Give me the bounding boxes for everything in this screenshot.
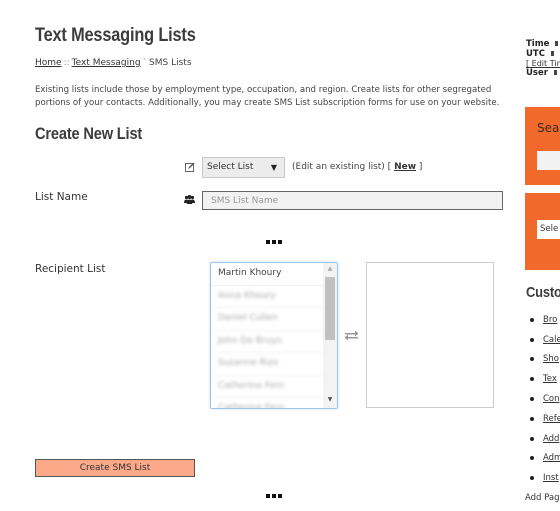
more-dots-icon	[266, 240, 282, 244]
recipient-option[interactable]: John De Bruyn	[211, 331, 324, 353]
custom-link-item: Tex	[530, 369, 560, 389]
list-name-input[interactable]	[202, 191, 503, 210]
custom-link[interactable]: Refe	[543, 414, 560, 424]
custom-link[interactable]: Add	[543, 434, 559, 444]
breadcrumb-separator: `	[142, 58, 148, 68]
breadcrumb: Home:: Text Messaging ` SMS Lists	[35, 58, 192, 68]
recipient-options: Martin Khoury Anna Khoury Daniel Cullen …	[211, 263, 324, 408]
edit-hint: (Edit an existing list) [ New ]	[292, 162, 422, 172]
custom-link-item: Add	[530, 429, 560, 449]
recipient-option[interactable]: Catherine Fern	[211, 398, 324, 408]
sidebar-search-input[interactable]	[537, 151, 560, 170]
custom-link[interactable]: Bro	[543, 315, 557, 325]
search-panel-title: Sear	[537, 121, 560, 135]
chevron-down-icon: ▼	[270, 163, 277, 172]
recipient-option[interactable]: Catherine Fern	[211, 376, 324, 398]
recipient-list-label: Recipient List	[35, 263, 106, 275]
custom-links-title: Custo	[526, 284, 560, 301]
custom-link[interactable]: Inst	[543, 473, 559, 483]
custom-link[interactable]: Sho	[543, 354, 559, 364]
list-name-label: List Name	[35, 191, 88, 203]
users-icon	[184, 195, 195, 204]
scrollbar-thumb[interactable]	[325, 277, 335, 340]
recipient-option[interactable]: Suzanne Rizo	[211, 353, 324, 376]
breadcrumb-home-link[interactable]: Home	[35, 58, 62, 68]
selected-recipients-listbox[interactable]	[366, 262, 494, 408]
edit-hint-suffix: ]	[418, 162, 423, 172]
sidebar-info: Time UTC [ Edit Tim User	[526, 39, 560, 78]
sidebar-select-dropdown[interactable]: Sele	[537, 220, 560, 239]
breadcrumb-current: SMS Lists	[149, 58, 192, 68]
create-sms-list-button[interactable]: Create SMS List	[35, 459, 195, 477]
custom-link-item: Inst	[530, 468, 560, 488]
recipient-option[interactable]: Daniel Cullen	[211, 308, 324, 331]
new-list-link[interactable]: New	[394, 162, 416, 172]
intro-text: Existing lists include those by employme…	[35, 85, 500, 108]
recipient-option[interactable]: Anna Khoury	[211, 286, 324, 308]
sidebar-select-panel: Sele	[525, 193, 560, 270]
custom-link-item: Adm	[530, 449, 560, 469]
custom-link-item: Cale	[530, 330, 560, 350]
recipient-listbox[interactable]: Martin Khoury Anna Khoury Daniel Cullen …	[210, 262, 338, 409]
custom-link[interactable]: Con	[543, 394, 560, 404]
breadcrumb-text-messaging-link[interactable]: Text Messaging	[72, 58, 141, 68]
utc-label: UTC	[526, 48, 545, 59]
page-title: Text Messaging Lists	[35, 25, 196, 46]
breadcrumb-separator: ::	[63, 58, 70, 68]
custom-link[interactable]: Tex	[543, 374, 557, 384]
scroll-up-arrow-icon[interactable]: ▲	[323, 263, 337, 275]
recipient-scrollbar[interactable]: ▲ ▼	[323, 263, 337, 408]
edit-icon	[185, 162, 195, 172]
scroll-down-arrow-icon[interactable]: ▼	[323, 394, 337, 406]
edit-hint-text: (Edit an existing list) [	[292, 162, 392, 172]
swap-arrows-icon[interactable]	[344, 329, 359, 341]
select-list-value: Select List	[207, 162, 254, 172]
time-label: Time	[526, 39, 550, 49]
more-dots-icon	[266, 494, 282, 498]
custom-link-item: Con	[530, 389, 560, 409]
user-label: User	[526, 67, 548, 78]
custom-link-item: Sho	[530, 350, 560, 370]
custom-link-item: Refe	[530, 409, 560, 429]
section-title: Create New List	[35, 124, 143, 143]
custom-link-item: Bro	[530, 310, 560, 330]
custom-link[interactable]: Cale	[543, 335, 560, 345]
sidebar-search-panel: Sear	[525, 107, 560, 185]
add-page-text[interactable]: Add Pag	[525, 493, 560, 503]
custom-link[interactable]: Adm	[543, 453, 560, 463]
custom-links-list: Bro Cale Sho Tex Con Refe Add Adm Inst	[530, 310, 560, 488]
recipient-option[interactable]: Martin Khoury	[211, 263, 324, 286]
select-list-dropdown[interactable]: Select List ▼	[202, 157, 285, 178]
